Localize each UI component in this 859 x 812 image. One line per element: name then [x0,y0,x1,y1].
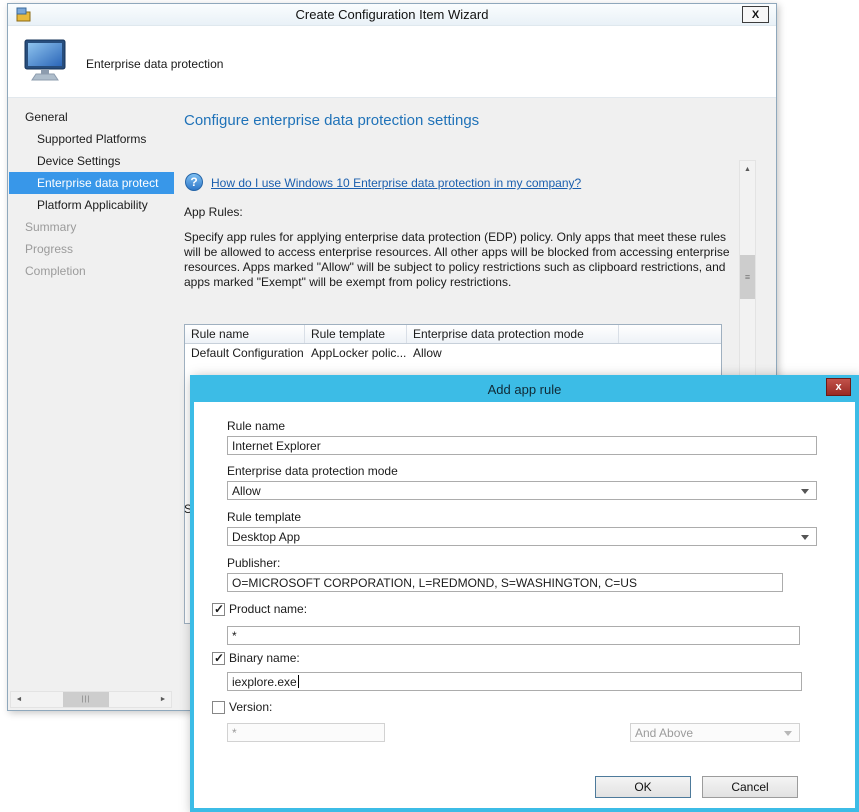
product-name-checkbox[interactable] [212,603,225,616]
version-checkbox[interactable] [212,701,225,714]
horizontal-scrollbar-thumb[interactable] [63,692,109,707]
sidebar-item-completion: Completion [9,260,174,282]
table-header: Rule name Rule template Enterprise data … [185,325,721,344]
app-rules-label: App Rules: [184,205,243,219]
sidebar-item-general[interactable]: General [9,106,174,128]
add-app-rule-dialog: Add app rule x Rule name Internet Explor… [190,375,859,812]
version-input: * [227,723,385,742]
version-label: Version: [229,700,272,714]
computer-icon [23,39,71,88]
dialog-titlebar: Add app rule x [194,379,855,402]
version-modifier-value: And Above [635,726,693,740]
help-link[interactable]: How do I use Windows 10 Enterprise data … [211,176,581,190]
sidebar-item-platform-applicability[interactable]: Platform Applicability [9,194,174,216]
edp-mode-select[interactable]: Allow [227,481,817,500]
cell-edp-mode: Allow [407,344,619,362]
version-modifier-select: And Above [630,723,800,742]
page-title: Configure enterprise data protection set… [184,112,479,129]
scroll-left-icon[interactable] [11,692,27,707]
rule-template-select[interactable]: Desktop App [227,527,817,546]
horizontal-scrollbar-track[interactable] [27,692,155,707]
product-name-label: Product name: [229,602,307,616]
sidebar-item-supported-platforms[interactable]: Supported Platforms [9,128,174,150]
desktop: Create Configuration Item Wizard X Ent [0,0,859,812]
dialog-title: Add app rule [194,382,855,397]
rule-name-label: Rule name [227,419,285,433]
app-rules-description: Specify app rules for applying enterpris… [184,230,744,290]
rule-name-input[interactable]: Internet Explorer [227,436,817,455]
text-cursor [298,675,299,688]
sidebar-item-summary: Summary [9,216,174,238]
wizard-sidebar: General Supported Platforms Device Setti… [9,106,174,282]
window-title: Create Configuration Item Wizard [8,7,776,22]
rule-template-value: Desktop App [232,530,300,544]
cancel-button[interactable]: Cancel [702,776,798,798]
binary-name-checkbox[interactable] [212,652,225,665]
column-header-rule-template[interactable]: Rule template [305,325,407,343]
scroll-up-icon[interactable] [740,161,755,177]
table-row[interactable]: Default Configuration ... AppLocker poli… [185,344,721,362]
edp-mode-label: Enterprise data protection mode [227,464,398,478]
publisher-label: Publisher: [227,556,280,570]
help-icon: ? [185,173,203,191]
column-header-rule-name[interactable]: Rule name [185,325,305,343]
cell-rule-template: AppLocker polic... [305,344,407,362]
column-header-edp-mode[interactable]: Enterprise data protection mode [407,325,619,343]
sidebar-horizontal-scrollbar[interactable] [10,691,172,708]
wizard-step-label: Enterprise data protection [86,57,223,71]
binary-name-input[interactable]: iexplore.exe [227,672,802,691]
wizard-banner: Enterprise data protection [8,26,776,98]
wizard-titlebar: Create Configuration Item Wizard X [8,4,776,26]
sidebar-item-progress: Progress [9,238,174,260]
rule-template-label: Rule template [227,510,301,524]
ok-button[interactable]: OK [595,776,691,798]
cell-empty [619,344,721,362]
edp-mode-value: Allow [232,484,261,498]
vertical-scrollbar-thumb[interactable] [740,255,755,299]
close-icon[interactable]: X [742,6,769,23]
sidebar-item-device-settings[interactable]: Device Settings [9,150,174,172]
sidebar-item-enterprise-data-protection[interactable]: Enterprise data protect [9,172,174,194]
publisher-input[interactable]: O=MICROSOFT CORPORATION, L=REDMOND, S=WA… [227,573,783,592]
product-name-input[interactable]: * [227,626,800,645]
close-icon[interactable]: x [826,378,851,396]
scroll-right-icon[interactable] [155,692,171,707]
binary-name-label: Binary name: [229,651,300,665]
column-header-empty [619,325,721,343]
binary-name-value: iexplore.exe [232,675,297,689]
cell-rule-name: Default Configuration ... [185,344,305,362]
